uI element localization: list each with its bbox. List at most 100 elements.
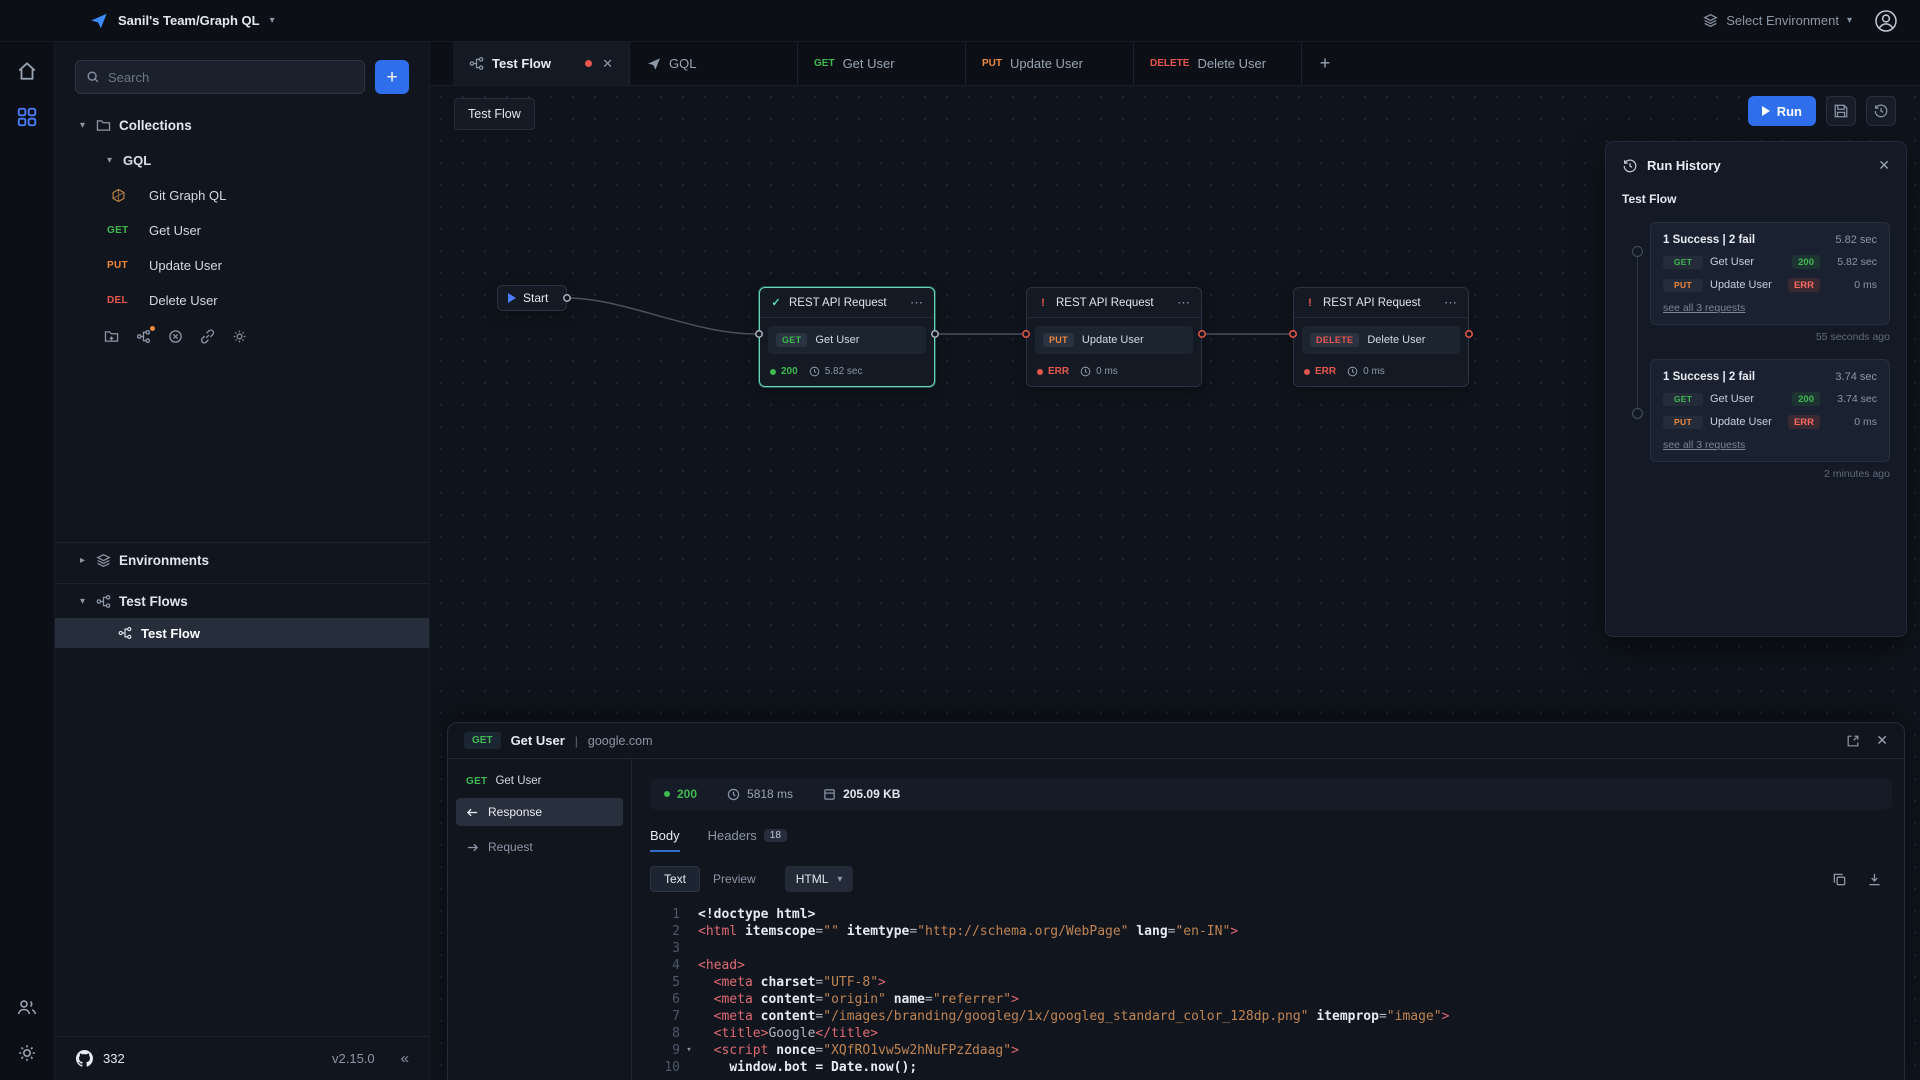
- collection-item-git-graph-ql[interactable]: Git Graph QL: [55, 178, 429, 213]
- node-menu-icon[interactable]: ⋯: [1444, 295, 1458, 311]
- run-button[interactable]: Run: [1748, 96, 1816, 126]
- workspace-chevron-down-icon[interactable]: ▾: [270, 15, 275, 26]
- collection-settings-icon[interactable]: [232, 329, 247, 344]
- run-request-row[interactable]: PUT Update User ERR 0 ms: [1663, 278, 1877, 292]
- collections-grid-icon[interactable]: [16, 106, 38, 128]
- node-request[interactable]: GET Get User: [768, 326, 926, 354]
- node-request[interactable]: PUT Update User: [1035, 326, 1193, 354]
- send-icon: [646, 56, 661, 71]
- collapse-sidebar-button[interactable]: «: [401, 1050, 409, 1067]
- home-icon[interactable]: [16, 60, 38, 82]
- workspace-title[interactable]: Sanil's Team/Graph QL: [118, 13, 260, 28]
- status-badge: ERR: [1788, 278, 1820, 292]
- node-request[interactable]: DELETE Delete User: [1302, 326, 1460, 354]
- test-flows-label: Test Flows: [119, 594, 188, 609]
- method-badge: PUT: [1663, 279, 1703, 292]
- history-icon: [1622, 158, 1638, 174]
- run-request-row[interactable]: GET Get User 200 3.74 sec: [1663, 392, 1877, 406]
- flow-node-get-user[interactable]: ✓ REST API Request ⋯ GET Get User 200: [759, 287, 935, 387]
- method-badge: PUT: [982, 58, 1002, 69]
- run-card[interactable]: 1 Success | 2 fail 5.82 sec GET Get User…: [1650, 222, 1890, 325]
- view-preview-button[interactable]: Preview: [700, 866, 769, 892]
- flow-canvas[interactable]: Test Flow Run: [430, 86, 1920, 1080]
- team-users-icon[interactable]: [16, 996, 38, 1018]
- chevron-down-icon: ▾: [837, 874, 842, 885]
- code-editor[interactable]: 1<!doctype html>2<html itemscope="" item…: [650, 906, 1892, 1080]
- size-icon: [823, 788, 836, 801]
- format-select[interactable]: HTML ▾: [785, 866, 854, 892]
- download-icon[interactable]: [1867, 872, 1882, 887]
- share-icon[interactable]: [200, 329, 215, 344]
- collections-section[interactable]: ▾ Collections: [55, 108, 429, 143]
- close-tab-icon[interactable]: ✕: [602, 56, 613, 72]
- node-menu-icon[interactable]: ⋯: [910, 295, 924, 311]
- expand-panel-icon[interactable]: [1846, 734, 1860, 748]
- environment-selector[interactable]: Select Environment ▾: [1703, 13, 1852, 28]
- history-icon: [1873, 103, 1889, 119]
- tab-gql[interactable]: GQL: [630, 42, 798, 85]
- collection-item-get-user[interactable]: GET Get User: [55, 213, 429, 248]
- chevron-down-icon: ▾: [77, 120, 88, 131]
- view-text-button[interactable]: Text: [650, 866, 700, 892]
- tab-headers[interactable]: Headers 18: [708, 828, 787, 852]
- search-input[interactable]: [108, 70, 354, 85]
- nav-item-response[interactable]: Response: [456, 798, 623, 826]
- github-icon[interactable]: [75, 1050, 93, 1068]
- sidebar: + ▾ Collections ▾ GQL Git Graph QL: [55, 42, 430, 1080]
- tab-delete-user[interactable]: DELETE Delete User: [1134, 42, 1302, 85]
- run-request-row[interactable]: GET Get User 200 5.82 sec: [1663, 255, 1877, 269]
- see-all-requests-link[interactable]: see all 3 requests: [1663, 302, 1877, 314]
- tab-body[interactable]: Body: [650, 828, 680, 852]
- arrow-left-icon: [466, 806, 479, 819]
- save-flow-button[interactable]: [1826, 96, 1856, 126]
- method-badge: GET: [776, 333, 807, 347]
- test-flows-section[interactable]: ▾ Test Flows: [55, 583, 429, 618]
- nav-item-request[interactable]: Request: [456, 833, 623, 861]
- copy-icon[interactable]: [1832, 872, 1847, 887]
- flow-branch-icon[interactable]: [136, 329, 151, 344]
- environments-section[interactable]: ▸ Environments: [55, 542, 429, 577]
- request-name: Get User: [495, 775, 541, 787]
- user-avatar-icon[interactable]: [1874, 9, 1898, 33]
- nav-request-entry[interactable]: GET Get User: [456, 771, 623, 791]
- tab-label: GQL: [669, 56, 696, 71]
- tab-test-flow[interactable]: Test Flow ✕: [453, 42, 630, 85]
- run-request-row[interactable]: PUT Update User ERR 0 ms: [1663, 415, 1877, 429]
- settings-gear-icon[interactable]: [16, 1042, 38, 1064]
- flow-node-update-user[interactable]: ! REST API Request ⋯ PUT Update User ERR: [1026, 287, 1202, 387]
- collection-toolbar: [55, 322, 429, 350]
- divider: |: [575, 734, 578, 748]
- status-code: ERR: [1315, 366, 1336, 377]
- run-card[interactable]: 1 Success | 2 fail 3.74 sec GET Get User…: [1650, 359, 1890, 462]
- environment-chevron-down-icon: ▾: [1847, 15, 1852, 26]
- folder-gql[interactable]: ▾ GQL: [55, 143, 429, 178]
- notification-dot: [150, 326, 155, 331]
- flow-node-delete-user[interactable]: ! REST API Request ⋯ DELETE Delete User …: [1293, 287, 1469, 387]
- run-summary: 1 Success | 2 fail: [1663, 234, 1755, 246]
- collection-item-delete-user[interactable]: DEL Delete User: [55, 283, 429, 318]
- collection-item-label: Delete User: [149, 293, 218, 308]
- collection-item-update-user[interactable]: PUT Update User: [55, 248, 429, 283]
- run-history-button[interactable]: [1866, 96, 1896, 126]
- tab-label: Get User: [843, 56, 895, 71]
- duration: 0 ms: [1363, 366, 1385, 377]
- status-dot: [770, 369, 776, 375]
- start-node-label: Start: [523, 291, 548, 305]
- tab-update-user[interactable]: PUT Update User: [966, 42, 1134, 85]
- new-folder-icon[interactable]: [104, 329, 119, 344]
- new-tab-button[interactable]: +: [1302, 42, 1348, 85]
- clear-icon[interactable]: [168, 329, 183, 344]
- tab-get-user[interactable]: GET Get User: [798, 42, 966, 85]
- folder-gql-label: GQL: [123, 153, 151, 168]
- tab-label: Headers: [708, 828, 757, 843]
- close-panel-icon[interactable]: ✕: [1876, 732, 1888, 749]
- node-menu-icon[interactable]: ⋯: [1177, 295, 1191, 311]
- start-node[interactable]: Start: [497, 285, 567, 311]
- see-all-requests-link[interactable]: see all 3 requests: [1663, 439, 1877, 451]
- environments-label: Environments: [119, 553, 209, 568]
- add-button[interactable]: +: [375, 60, 409, 94]
- close-history-icon[interactable]: ✕: [1878, 157, 1890, 174]
- test-flow-item-label: Test Flow: [141, 626, 200, 641]
- status-dot: [1304, 369, 1310, 375]
- sidebar-item-test-flow[interactable]: Test Flow: [55, 618, 429, 648]
